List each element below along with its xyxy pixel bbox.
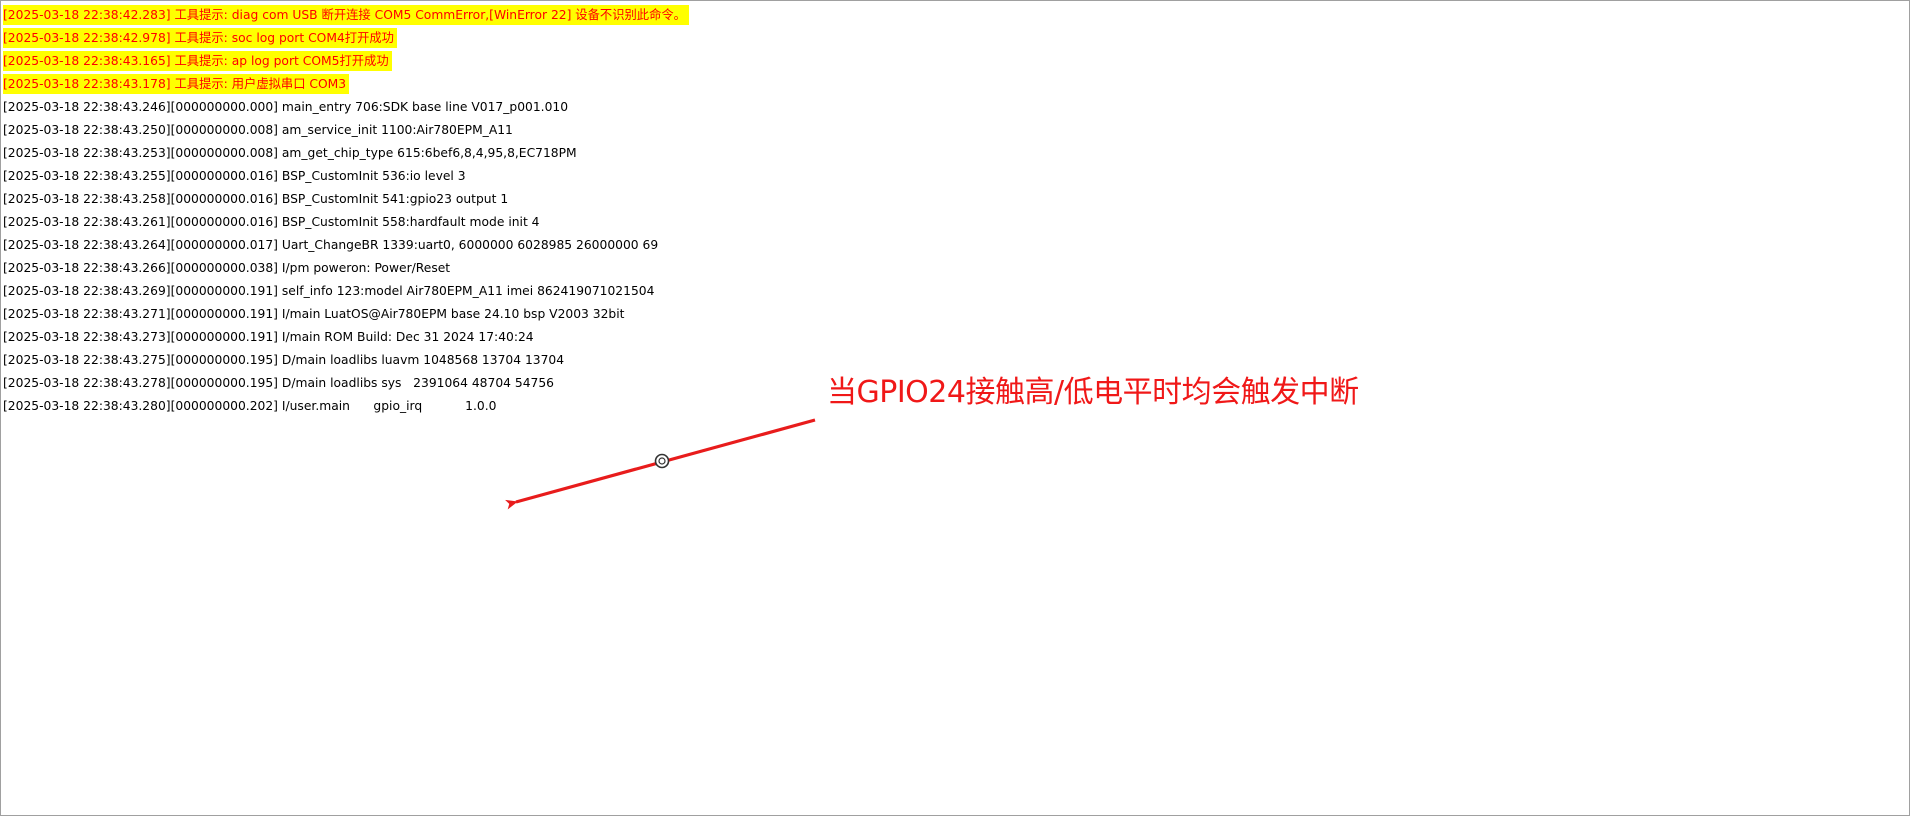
annotation-label: 当GPIO24接触高/低电平时均会触发中断 bbox=[827, 375, 1359, 410]
log-output-window[interactable]: [2025-03-18 22:38:42.283] 工具提示: diag com… bbox=[0, 0, 1910, 816]
cursor-ring-icon bbox=[654, 453, 670, 469]
